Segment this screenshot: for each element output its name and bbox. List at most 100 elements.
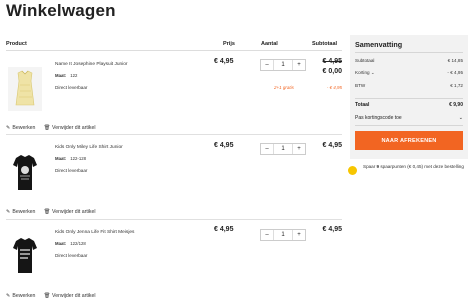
decrease-quantity-button[interactable]: – <box>261 60 273 70</box>
trash-icon: 🗑 <box>43 293 51 299</box>
discount-code-label: Pas kortingscode toe <box>355 115 402 121</box>
quantity-value[interactable]: 1 <box>273 60 293 70</box>
availability: Direct leverbaar <box>55 253 88 258</box>
summary-subtotal-label: Subtotaal <box>355 58 375 63</box>
summary-divider <box>355 52 463 53</box>
edit-label: Bewerken <box>12 209 36 215</box>
page-title: Winkelwagen <box>6 1 116 20</box>
remove-link[interactable]: 🗑 Verwijder dit artikel <box>43 293 95 299</box>
summary-subtotal-value: € 14,85 <box>447 58 463 63</box>
unit-price: € 4,95 <box>214 226 234 233</box>
subtotal: € 4,95 <box>322 226 342 233</box>
item-actions: ✎ Bewerken 🗑 Verwijder dit artikel <box>6 293 96 299</box>
summary-discount-row[interactable]: Korting ⌄ - € 4,95 <box>355 70 463 76</box>
summary-divider <box>355 98 463 99</box>
availability: Direct leverbaar <box>55 85 88 90</box>
product-size: Maat: 122/128 <box>55 241 86 246</box>
chevron-down-icon: ⌄ <box>370 70 375 75</box>
product-size: Maat: 122 <box>55 73 77 78</box>
edit-link[interactable]: ✎ Bewerken <box>6 125 35 131</box>
discount-code-toggle[interactable]: Pas kortingscode toe ⌄ <box>355 115 463 121</box>
product-size: Maat: 122-128 <box>55 156 86 161</box>
cart-item: Name It Josephine Playsuit Junior Maat: 1… <box>6 55 342 133</box>
remove-link[interactable]: 🗑 Verwijder dit artikel <box>43 125 95 131</box>
summary-tax-row: BTW € 1,72 <box>355 83 463 88</box>
header-product: Product <box>6 41 27 47</box>
remove-label: Verwijder dit artikel <box>52 209 96 215</box>
quantity-value[interactable]: 1 <box>273 144 293 154</box>
header-divider <box>6 50 342 51</box>
summary-total-label: Totaal <box>355 102 370 108</box>
loyalty-text-before: Spaar <box>363 164 377 169</box>
summary-total-row: Totaal € 9,90 <box>355 102 463 108</box>
quantity-stepper: – 1 + <box>260 59 306 71</box>
checkout-button[interactable]: NAAR AFREKENEN <box>355 131 463 150</box>
product-name[interactable]: Kids Only Jenna Life Fit Shirt Meisjes <box>55 230 134 235</box>
edit-link[interactable]: ✎ Bewerken <box>6 293 35 299</box>
promo-amount: - € 4,95 <box>326 85 342 90</box>
summary-total-value: € 9,90 <box>449 102 463 108</box>
playsuit-image-icon <box>15 70 35 106</box>
pencil-icon: ✎ <box>6 293 11 299</box>
cart-item: Kids Only Jenna Life Fit Shirt Meisjes M… <box>6 223 342 303</box>
subtotal-original: € 4,95 <box>322 58 342 65</box>
size-label: Maat: <box>55 73 67 78</box>
header-subtotal: Subtotaal <box>312 41 338 47</box>
pencil-icon: ✎ <box>6 209 11 215</box>
header-quantity: Aantal <box>261 41 278 47</box>
summary-tax-value: € 1,72 <box>450 83 463 88</box>
unit-price: € 4,95 <box>214 142 234 149</box>
remove-label: Verwijder dit artikel <box>52 125 96 131</box>
size-value: 122/128 <box>70 241 86 246</box>
order-summary: Samenvatting Subtotaal € 14,85 Korting ⌄… <box>350 35 468 159</box>
summary-discount-value: - € 4,95 <box>447 70 463 75</box>
loyalty-text-after: spaarpunten (€ 0,45) met deze bestelling <box>379 164 464 169</box>
item-divider <box>6 219 342 220</box>
summary-subtotal-row: Subtotaal € 14,85 <box>355 58 463 63</box>
remove-label: Verwijder dit artikel <box>52 293 96 299</box>
item-actions: ✎ Bewerken 🗑 Verwijder dit artikel <box>6 209 96 215</box>
increase-quantity-button[interactable]: + <box>293 230 305 240</box>
discount-label-text: Korting <box>355 70 370 75</box>
increase-quantity-button[interactable]: + <box>293 60 305 70</box>
summary-divider <box>355 125 463 126</box>
remove-link[interactable]: 🗑 Verwijder dit artikel <box>43 209 95 215</box>
trash-icon: 🗑 <box>43 125 51 131</box>
product-name[interactable]: Kids Only Miley Life Shirt Junior <box>55 145 123 150</box>
size-value: 122-128 <box>70 156 87 161</box>
size-value: 122 <box>70 73 78 78</box>
summary-tax-label: BTW <box>355 83 366 88</box>
increase-quantity-button[interactable]: + <box>293 144 305 154</box>
decrease-quantity-button[interactable]: – <box>261 144 273 154</box>
chevron-down-icon: ⌄ <box>458 115 463 121</box>
edit-link[interactable]: ✎ Bewerken <box>6 209 35 215</box>
unit-price: € 4,95 <box>214 58 234 65</box>
product-image[interactable] <box>8 67 42 111</box>
item-actions: ✎ Bewerken 🗑 Verwijder dit artikel <box>6 125 96 131</box>
loyalty-text: Spaar 9 spaarpunten (€ 0,45) met deze be… <box>363 164 464 170</box>
decrease-quantity-button[interactable]: – <box>261 230 273 240</box>
shirt-image-icon <box>13 155 37 190</box>
cart-item: Kids Only Miley Life Shirt Junior Maat: 1… <box>6 139 342 219</box>
product-image[interactable] <box>8 233 42 277</box>
product-name[interactable]: Name It Josephine Playsuit Junior <box>55 62 128 67</box>
size-label: Maat: <box>55 156 67 161</box>
edit-label: Bewerken <box>12 293 36 299</box>
subtotal-after-discount: € 0,00 <box>322 68 342 75</box>
quantity-stepper: – 1 + <box>260 143 306 155</box>
availability: Direct leverbaar <box>55 168 88 173</box>
item-divider <box>6 134 342 135</box>
promo-label: 2+1 gratis <box>274 85 294 90</box>
loyalty-badge-icon <box>348 166 357 175</box>
edit-label: Bewerken <box>12 125 36 131</box>
header-price: Prijs <box>223 41 235 47</box>
size-label: Maat: <box>55 241 67 246</box>
quantity-value[interactable]: 1 <box>273 230 293 240</box>
pencil-icon: ✎ <box>6 125 11 131</box>
shirt-image-icon <box>13 238 37 273</box>
subtotal: € 4,95 <box>322 142 342 149</box>
quantity-stepper: – 1 + <box>260 229 306 241</box>
product-image[interactable] <box>8 150 42 194</box>
summary-discount-label: Korting ⌄ <box>355 70 375 76</box>
summary-title: Samenvatting <box>355 40 403 49</box>
